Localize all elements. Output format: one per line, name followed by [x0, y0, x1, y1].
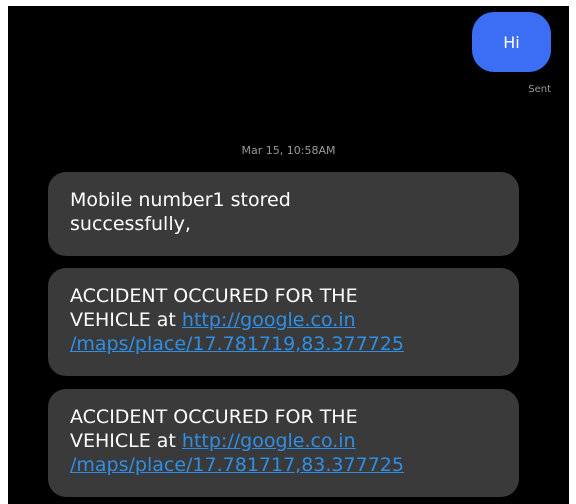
maps-link[interactable]: http://google.co.in: [182, 430, 356, 452]
date-separator: Mar 15, 10:58AM: [241, 144, 336, 157]
maps-link[interactable]: http://google.co.in: [182, 309, 356, 331]
sent-status-label: Sent: [528, 84, 551, 95]
maps-link-continued[interactable]: /maps/place/17.781717,83.377725: [70, 454, 404, 476]
message-thread: Hi Sent Mar 15, 10:58AM Mobile number1 s…: [8, 6, 569, 504]
sent-message-bubble[interactable]: Hi: [472, 12, 551, 72]
message-text-prefix: VEHICLE at: [70, 430, 182, 452]
sent-message-text: Hi: [503, 32, 520, 52]
received-message-bubble[interactable]: Mobile number1 stored successfully,: [48, 172, 519, 256]
message-text-line: ACCIDENT OCCURED FOR THE: [70, 285, 358, 307]
message-text-line: Mobile number1 stored: [70, 189, 291, 211]
message-text-line: ACCIDENT OCCURED FOR THE: [70, 406, 358, 428]
message-text-prefix: VEHICLE at: [70, 309, 182, 331]
message-text-line: successfully,: [70, 213, 191, 235]
received-message-bubble[interactable]: ACCIDENT OCCURED FOR THE VEHICLE at http…: [48, 268, 519, 376]
maps-link-continued[interactable]: /maps/place/17.781719,83.377725: [70, 333, 404, 355]
received-message-bubble[interactable]: ACCIDENT OCCURED FOR THE VEHICLE at http…: [48, 389, 519, 497]
